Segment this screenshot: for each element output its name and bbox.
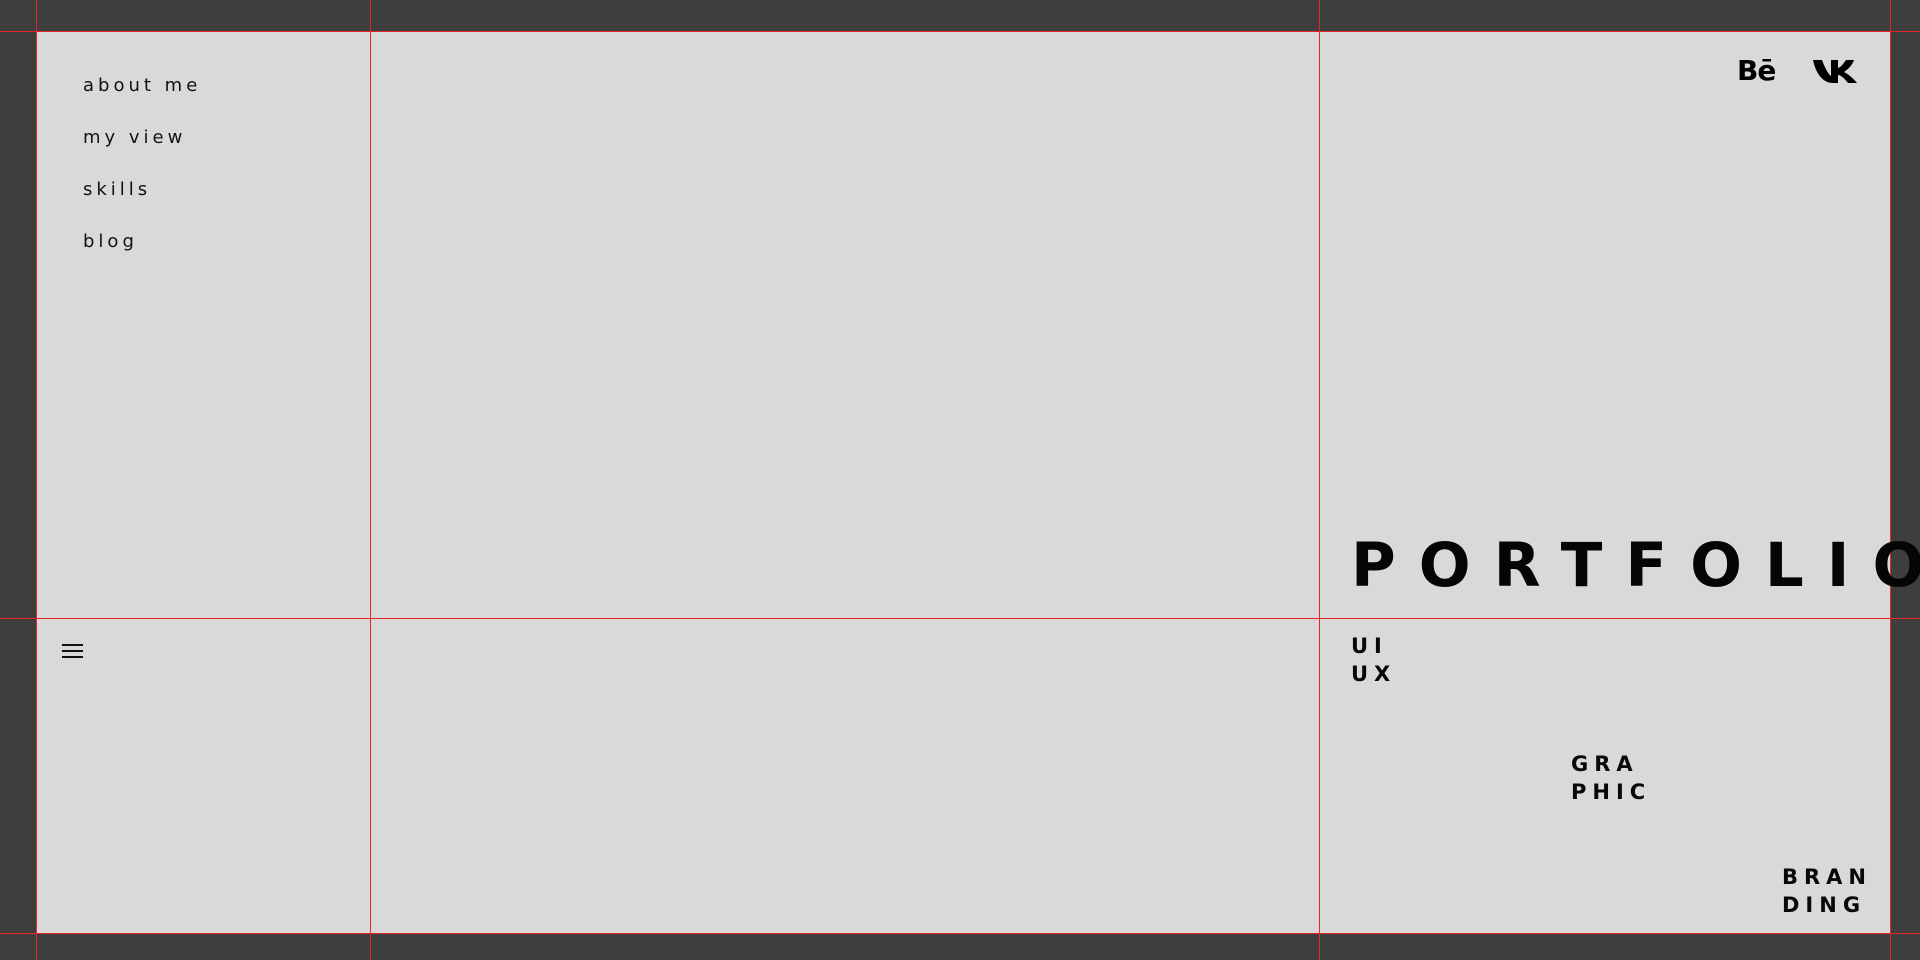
main-nav: about me my view skills blog bbox=[83, 72, 201, 280]
category-ui-ux-line-2: UX bbox=[1351, 662, 1397, 686]
category-graphic-line-1: GRA bbox=[1571, 752, 1639, 776]
category-graphic[interactable]: GRA PHIC bbox=[1571, 750, 1651, 806]
guide-line-column-1 bbox=[370, 0, 371, 960]
guide-line-bottom bbox=[0, 933, 1920, 934]
nav-item-about-me[interactable]: about me bbox=[83, 72, 201, 124]
category-graphic-line-2: PHIC bbox=[1571, 780, 1652, 804]
vk-icon[interactable] bbox=[1813, 58, 1858, 84]
page-title: PORTFOLIO bbox=[1351, 530, 1920, 601]
behance-icon[interactable]: Bē bbox=[1737, 56, 1776, 86]
nav-item-skills[interactable]: skills bbox=[83, 176, 201, 228]
category-ui-ux[interactable]: UI UX bbox=[1351, 632, 1396, 688]
category-branding-line-1: BRAN bbox=[1782, 865, 1873, 889]
social-links: Bē bbox=[1737, 56, 1858, 86]
guide-line-top bbox=[0, 31, 1920, 32]
nav-item-my-view[interactable]: my view bbox=[83, 124, 201, 176]
guide-line-right bbox=[1890, 0, 1891, 960]
guide-line-column-2 bbox=[1319, 0, 1320, 960]
page-frame: about me my view skills blog Bē PORTFOLI… bbox=[0, 0, 1920, 960]
guide-line-middle bbox=[0, 618, 1920, 619]
nav-item-blog[interactable]: blog bbox=[83, 228, 201, 280]
guide-line-left bbox=[36, 0, 37, 960]
category-branding[interactable]: BRAN DING bbox=[1782, 863, 1872, 919]
hamburger-menu-icon[interactable] bbox=[62, 644, 83, 659]
category-ui-ux-line-1: UI bbox=[1351, 634, 1388, 658]
hamburger-bar bbox=[62, 650, 83, 652]
category-branding-line-2: DING bbox=[1782, 893, 1867, 917]
hamburger-bar bbox=[62, 656, 83, 658]
hamburger-bar bbox=[62, 644, 83, 646]
vk-icon-graphic bbox=[1813, 60, 1858, 83]
